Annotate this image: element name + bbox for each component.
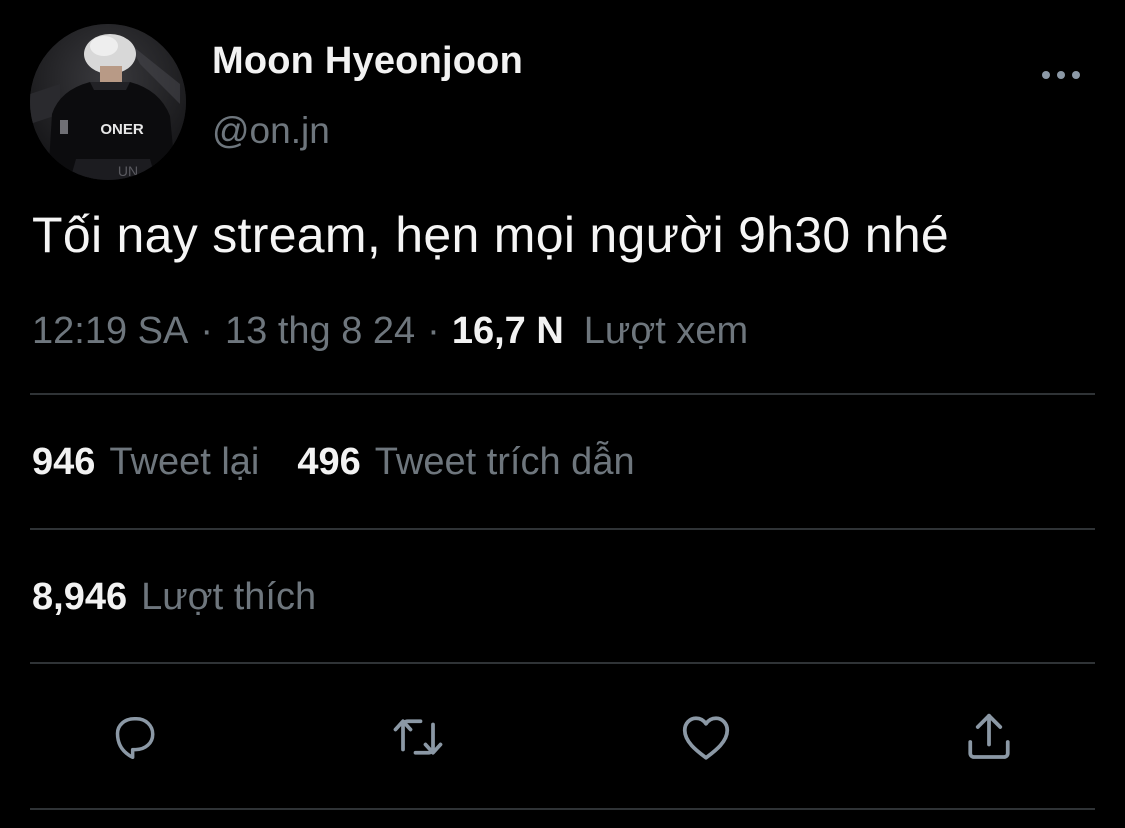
divider bbox=[30, 808, 1095, 810]
retweet-button[interactable] bbox=[386, 705, 450, 769]
retweets-count: 946 bbox=[32, 441, 96, 483]
reply-icon bbox=[115, 717, 155, 760]
share-button[interactable] bbox=[957, 705, 1021, 769]
divider bbox=[30, 662, 1095, 664]
divider bbox=[30, 528, 1095, 530]
more-options-button[interactable] bbox=[1036, 58, 1086, 92]
avatar-photo: ONER UN bbox=[30, 24, 186, 180]
meta-separator: · bbox=[427, 310, 440, 352]
svg-text:UN: UN bbox=[118, 163, 138, 179]
reply-button[interactable] bbox=[103, 705, 167, 769]
stats-row-likes: 8,946 Lượt thích bbox=[32, 576, 316, 619]
avatar-jersey-text: ONER bbox=[100, 121, 144, 138]
quote-tweets-label: Tweet trích dẫn bbox=[374, 441, 635, 483]
meta-separator: · bbox=[200, 310, 213, 352]
retweets-stat[interactable]: 946 Tweet lại bbox=[32, 441, 259, 484]
tweet-meta: 12:19 SA · 13 thg 8 24 · 16,7 N Lượt xem bbox=[32, 310, 748, 353]
share-icon bbox=[968, 713, 1010, 759]
quote-tweets-count: 496 bbox=[297, 441, 361, 483]
likes-label: Lượt thích bbox=[141, 576, 317, 618]
retweets-label: Tweet lại bbox=[109, 441, 260, 483]
more-dots-icon bbox=[1042, 71, 1080, 79]
heart-icon bbox=[682, 716, 730, 760]
like-button[interactable] bbox=[674, 705, 738, 769]
tweet-detail: ONER UN Moon Hyeonjoon @on.jn Tối nay st… bbox=[0, 0, 1125, 828]
username-handle[interactable]: @on.jn bbox=[212, 110, 330, 152]
avatar[interactable]: ONER UN bbox=[30, 24, 186, 180]
tweet-text: Tối nay stream, hẹn mọi người 9h30 nhé bbox=[32, 207, 950, 263]
retweet-icon bbox=[393, 719, 443, 755]
stats-row-shares: 946 Tweet lại 496 Tweet trích dẫn bbox=[32, 441, 635, 484]
tweet-date[interactable]: 13 thg 8 24 bbox=[225, 310, 415, 352]
views-label: Lượt xem bbox=[583, 310, 749, 352]
views-count: 16,7 N bbox=[451, 310, 564, 352]
tweet-time[interactable]: 12:19 SA bbox=[32, 310, 188, 352]
likes-count: 8,946 bbox=[32, 576, 128, 618]
display-name[interactable]: Moon Hyeonjoon bbox=[212, 40, 523, 83]
divider bbox=[30, 393, 1095, 395]
likes-stat[interactable]: 8,946 Lượt thích bbox=[32, 576, 316, 619]
quote-tweets-stat[interactable]: 496 Tweet trích dẫn bbox=[297, 441, 634, 484]
